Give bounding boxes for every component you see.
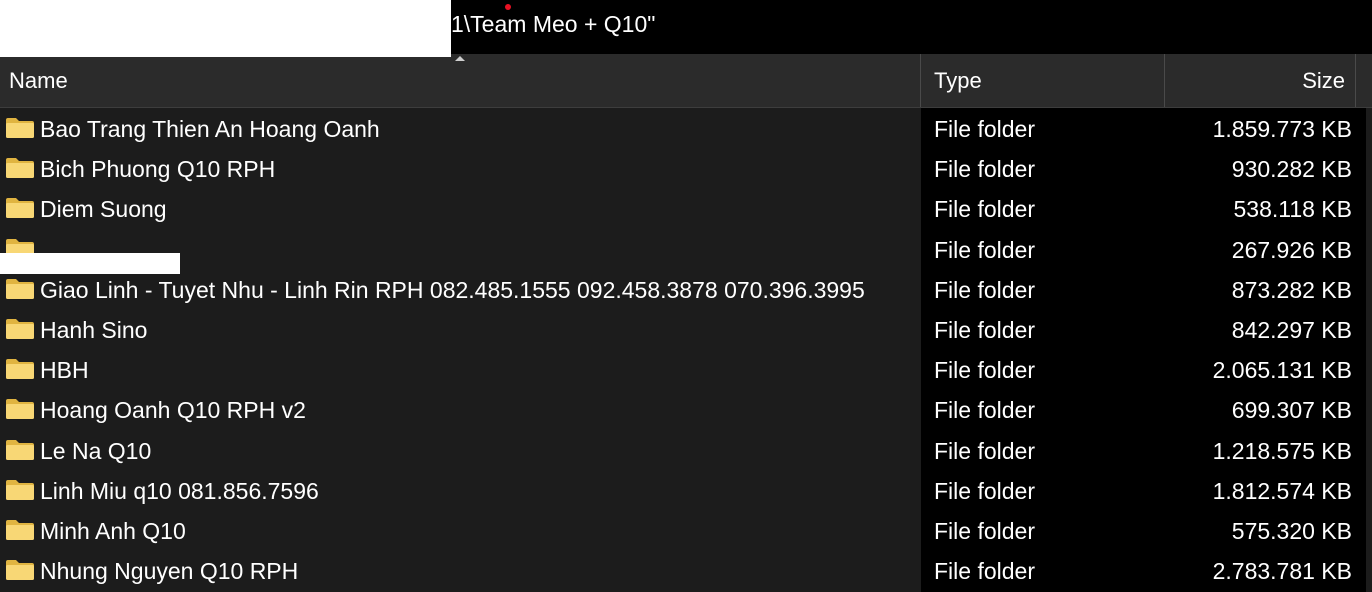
file-type: File folder [934,437,1035,464]
folder-icon [5,398,35,420]
file-name[interactable]: Diem Suong [40,188,167,228]
file-row[interactable]: Minh Anh Q10 File folder 575.320 KB [0,510,1372,550]
file-type: File folder [934,518,1035,544]
file-name[interactable]: Le Na Q10 [40,430,151,470]
file-name[interactable]: HBH [40,349,89,389]
notification-dot [505,4,511,10]
file-list: Bao Trang Thien An Hoang Oanh File folder… [0,108,1372,592]
file-type: File folder [934,558,1035,585]
file-size: 699.307 KB [1231,397,1352,424]
folder-icon [5,358,35,380]
folder-icon [5,439,35,461]
file-row[interactable]: Diem Suong File folder 538.118 KB [0,188,1372,228]
file-row[interactable]: Bao Trang Thien An Hoang Oanh File folder… [0,108,1372,148]
column-header-overflow[interactable] [1357,54,1372,107]
file-type: File folder [934,156,1035,183]
file-type: File folder [934,317,1035,343]
file-name[interactable]: Hoang Oanh Q10 RPH v2 [40,389,306,429]
file-row[interactable]: Hanh Sino File folder 842.297 KB [0,309,1372,349]
next-column-edge [1366,108,1372,592]
redaction-block [0,0,451,57]
file-size: 1.812.574 KB [1212,477,1352,504]
folder-icon [5,157,35,179]
file-name[interactable]: Bao Trang Thien An Hoang Oanh [40,108,380,148]
file-row[interactable]: HBH File folder 2.065.131 KB [0,349,1372,389]
file-size: 2.783.781 KB [1212,558,1352,585]
folder-icon [5,278,35,300]
file-name[interactable]: Hanh Sino [40,309,147,349]
file-name[interactable]: Nhung Nguyen Q10 RPH [40,550,298,590]
folder-icon [5,318,35,340]
file-type: File folder [934,357,1035,384]
file-size: 873.282 KB [1231,276,1352,303]
file-type: File folder [934,116,1035,142]
file-name[interactable]: Giao Linh - Tuyet Nhu - Linh Rin RPH 082… [40,269,865,309]
column-header-type[interactable]: Type [922,54,1165,107]
folder-icon [5,117,35,139]
file-size: 930.282 KB [1231,156,1352,183]
folder-icon [5,197,35,219]
path-text: 1\Team Meo + Q10" [451,11,656,37]
file-name[interactable]: Linh Miu q10 081.856.7596 [40,470,319,510]
sort-ascending-icon [455,56,465,61]
file-size: 1.218.575 KB [1212,437,1352,464]
file-name[interactable]: Bich Phuong Q10 RPH [40,148,275,188]
column-header-size[interactable]: Size [1166,54,1356,107]
file-size: 267.926 KB [1231,236,1352,263]
folder-icon [5,559,35,581]
column-header-bar: Name Type Size [0,54,1372,108]
file-row[interactable]: File folder 267.926 KB [0,229,1372,274]
file-name[interactable]: Minh Anh Q10 [40,510,186,550]
folder-icon [5,479,35,501]
file-type: File folder [934,236,1035,263]
file-row[interactable]: Hoang Oanh Q10 RPH v2 File folder 699.307 … [0,389,1372,429]
file-type: File folder [934,196,1035,223]
column-header-name[interactable]: Name [0,54,921,107]
file-row[interactable]: Nhung Nguyen Q10 RPH File folder 2.783.781… [0,550,1372,590]
file-type: File folder [934,397,1035,424]
file-size: 1.859.773 KB [1212,116,1352,142]
file-size: 2.065.131 KB [1212,357,1352,384]
file-row[interactable]: Bich Phuong Q10 RPH File folder 930.282 KB [0,148,1372,188]
file-size: 575.320 KB [1231,518,1352,544]
file-type: File folder [934,276,1035,303]
folder-icon [5,519,35,541]
file-size: 538.118 KB [1233,196,1352,223]
file-type: File folder [934,477,1035,504]
file-row[interactable]: Linh Miu q10 081.856.7596 File folder 1.81… [0,470,1372,510]
file-row[interactable]: Giao Linh - Tuyet Nhu - Linh Rin RPH 082… [0,269,1372,309]
file-row[interactable]: Le Na Q10 File folder 1.218.575 KB [0,430,1372,470]
file-size: 842.297 KB [1231,317,1352,343]
